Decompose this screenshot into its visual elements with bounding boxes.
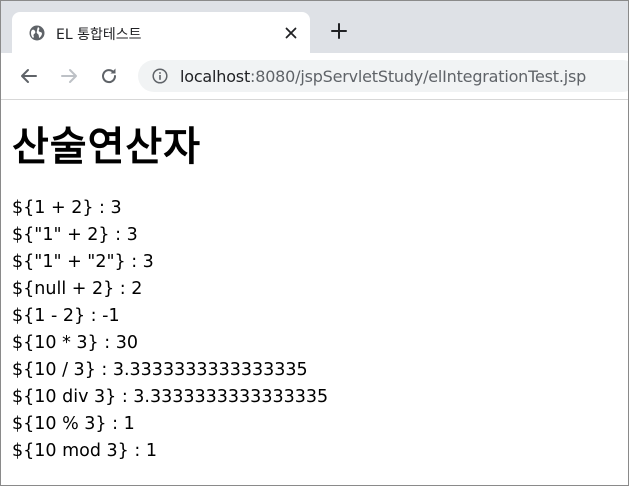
result-list: ${1 + 2} : 3 ${"1" + 2} : 3 ${"1" + "2"}… xyxy=(12,195,328,465)
tab-title: EL 통합테스트 xyxy=(56,27,142,43)
url-path: :8080/jspServletStudy/elIntegrationTest.… xyxy=(250,67,587,86)
page-heading: 산술연산자 xyxy=(12,124,201,170)
result-line: ${null + 2} : 2 xyxy=(12,279,143,299)
result-line: ${10 mod 3} : 1 xyxy=(12,441,157,461)
url-host: localhost xyxy=(180,67,251,86)
result-line: ${"1" + "2"} : 3 xyxy=(12,252,154,272)
tab-active[interactable]: EL 통합테스트 xyxy=(12,12,310,53)
address-bar[interactable]: localhost:8080/jspServletStudy/elIntegra… xyxy=(138,60,628,92)
result-line: ${10 div 3} : 3.3333333333333335 xyxy=(12,387,329,407)
info-icon[interactable] xyxy=(152,68,168,84)
toolbar: localhost:8080/jspServletStudy/elIntegra… xyxy=(1,53,628,100)
tab-strip: EL 통합테스트 xyxy=(1,1,628,53)
browser-window: EL 통합테스트 localhost:8080/jspServletStudy/… xyxy=(0,0,629,486)
result-line: ${1 - 2} : -1 xyxy=(12,306,120,326)
globe-icon xyxy=(29,25,45,41)
back-arrow-icon[interactable] xyxy=(18,65,40,87)
forward-arrow-icon[interactable] xyxy=(58,65,80,87)
result-line: ${10 * 3} : 30 xyxy=(12,333,138,353)
new-tab-button[interactable] xyxy=(328,20,350,42)
close-icon[interactable] xyxy=(283,25,299,41)
result-line: ${10 % 3} : 1 xyxy=(12,414,135,434)
reload-icon[interactable] xyxy=(98,65,120,87)
result-line: ${10 / 3} : 3.3333333333333335 xyxy=(12,360,308,380)
result-line: ${1 + 2} : 3 xyxy=(12,198,122,218)
page-content: 산술연산자 ${1 + 2} : 3 ${"1" + 2} : 3 ${"1" … xyxy=(1,100,628,485)
result-line: ${"1" + 2} : 3 xyxy=(12,225,138,245)
url-text[interactable]: localhost:8080/jspServletStudy/elIntegra… xyxy=(180,67,586,86)
